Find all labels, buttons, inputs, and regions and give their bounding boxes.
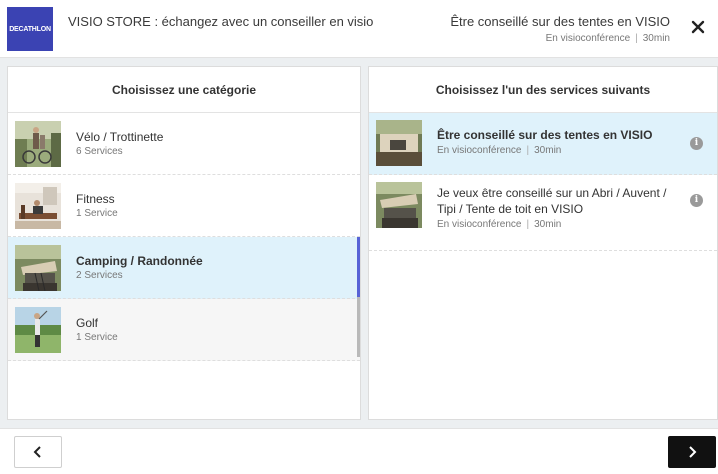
decathlon-logo: DECATHLON: [7, 7, 53, 51]
selected-service-title: Être conseillé sur des tentes en VISIO: [450, 14, 670, 29]
service-meta: En visioconférence | 30min: [437, 219, 562, 230]
close-button[interactable]: [690, 18, 706, 36]
camping-thumbnail: [15, 245, 61, 291]
service-item-tentes[interactable]: Être conseillé sur des tentes en VISIO E…: [369, 113, 717, 175]
category-name: Vélo / Trottinette: [76, 130, 164, 144]
selected-duration: 30min: [642, 33, 670, 44]
info-icon[interactable]: i: [690, 194, 703, 207]
selected-mode: En visioconférence: [545, 33, 631, 44]
category-item-camping[interactable]: Camping / Randonnée 2 Services: [8, 237, 360, 299]
roof-tent-service-thumbnail: [376, 182, 422, 228]
logo-text: DECATHLON: [9, 25, 51, 33]
footer: [0, 428, 718, 474]
previous-button[interactable]: [14, 436, 62, 468]
fitness-thumbnail: [15, 183, 61, 229]
tent-service-thumbnail: [376, 120, 422, 166]
service-panel: Choisissez l'un des services suivants Êt…: [368, 66, 718, 420]
service-title: Être conseillé sur des tentes en VISIO: [437, 128, 653, 142]
category-item-fitness[interactable]: Fitness 1 Service: [8, 175, 360, 237]
service-heading: Choisissez l'un des services suivants: [369, 67, 717, 113]
category-item-golf[interactable]: Golf 1 Service: [8, 299, 360, 361]
service-item-abri[interactable]: Je veux être conseillé sur un Abri / Auv…: [369, 175, 717, 251]
service-mode: En visioconférence: [437, 219, 522, 230]
category-name: Golf: [76, 316, 99, 330]
next-button[interactable]: [668, 436, 716, 468]
close-icon: [691, 20, 705, 34]
store-title: VISIO STORE : échangez avec un conseille…: [68, 14, 374, 29]
category-name: Camping / Randonnée: [76, 254, 203, 268]
selected-service-meta: En visioconférence | 30min: [545, 33, 670, 44]
header: DECATHLON VISIO STORE : échangez avec un…: [0, 0, 718, 58]
cycling-thumbnail: [15, 121, 61, 167]
category-panel: Choisissez une catégorie Vélo / Trottine…: [7, 66, 361, 420]
category-name: Fitness: [76, 192, 115, 206]
golf-thumbnail: [15, 307, 61, 353]
category-item-velo[interactable]: Vélo / Trottinette 6 Services: [8, 113, 360, 175]
category-count: 1 Service: [76, 332, 118, 343]
chevron-right-icon: [689, 446, 697, 458]
category-count: 1 Service: [76, 208, 118, 219]
category-count: 2 Services: [76, 270, 123, 281]
chevron-left-icon: [33, 446, 41, 458]
info-icon[interactable]: i: [690, 137, 703, 150]
service-meta: En visioconférence | 30min: [437, 145, 562, 156]
service-title: Je veux être conseillé sur un Abri / Auv…: [437, 186, 667, 216]
category-count: 6 Services: [76, 146, 123, 157]
service-mode: En visioconférence: [437, 145, 522, 156]
category-heading: Choisissez une catégorie: [8, 67, 360, 113]
service-duration: 30min: [534, 219, 562, 230]
category-scrollbar[interactable]: [357, 297, 360, 357]
service-duration: 30min: [534, 145, 562, 156]
